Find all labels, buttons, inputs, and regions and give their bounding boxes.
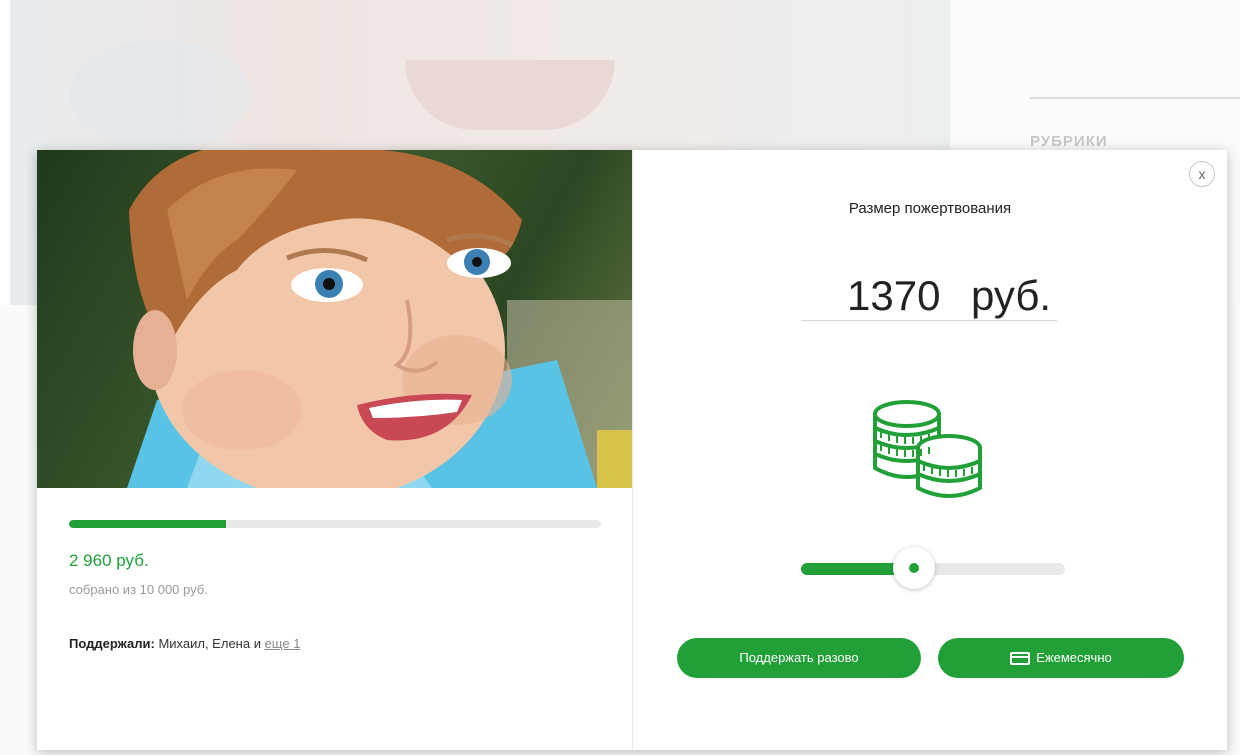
donate-monthly-label: Ежемесячно (1036, 650, 1112, 665)
amount-slider-handle[interactable] (893, 547, 935, 589)
amount-value[interactable]: 1370 (847, 272, 940, 320)
amount-currency: руб. (971, 272, 1052, 319)
supporters-more-link[interactable]: еще 1 (265, 636, 301, 651)
background-divider (1030, 97, 1240, 99)
background-rubrics-heading: РУБРИКИ (1030, 133, 1108, 150)
campaign-photo (37, 150, 632, 488)
supporters-label: Поддержали: (69, 636, 155, 651)
donation-title: Размер пожертвования (848, 200, 1012, 217)
amount-input[interactable]: 1370 руб. (801, 266, 1057, 321)
raised-amount: 2 960 руб. (69, 551, 149, 570)
coins-icon (873, 400, 982, 498)
donate-once-button[interactable]: Поддержать разово (677, 638, 921, 678)
credit-card-icon (1010, 652, 1031, 665)
campaign-progress-fill (69, 520, 227, 528)
supporters-line: Поддержали: Михаил, Елена и еще 1 (69, 636, 300, 651)
donate-monthly-button[interactable]: Ежемесячно (938, 638, 1184, 678)
close-button[interactable]: x (1189, 161, 1215, 187)
goal-text: собрано из 10 000 руб. (69, 582, 208, 597)
amount-slider-fill (801, 563, 899, 575)
campaign-panel: 2 960 руб. собрано из 10 000 руб. Поддер… (37, 150, 632, 750)
campaign-progress-bar (69, 520, 601, 528)
donation-modal: 2 960 руб. собрано из 10 000 руб. Поддер… (37, 150, 1227, 750)
donation-panel: x Размер пожертвования 1370 руб. Поддерж… (633, 150, 1227, 750)
supporters-names: Михаил, Елена и (158, 636, 261, 651)
